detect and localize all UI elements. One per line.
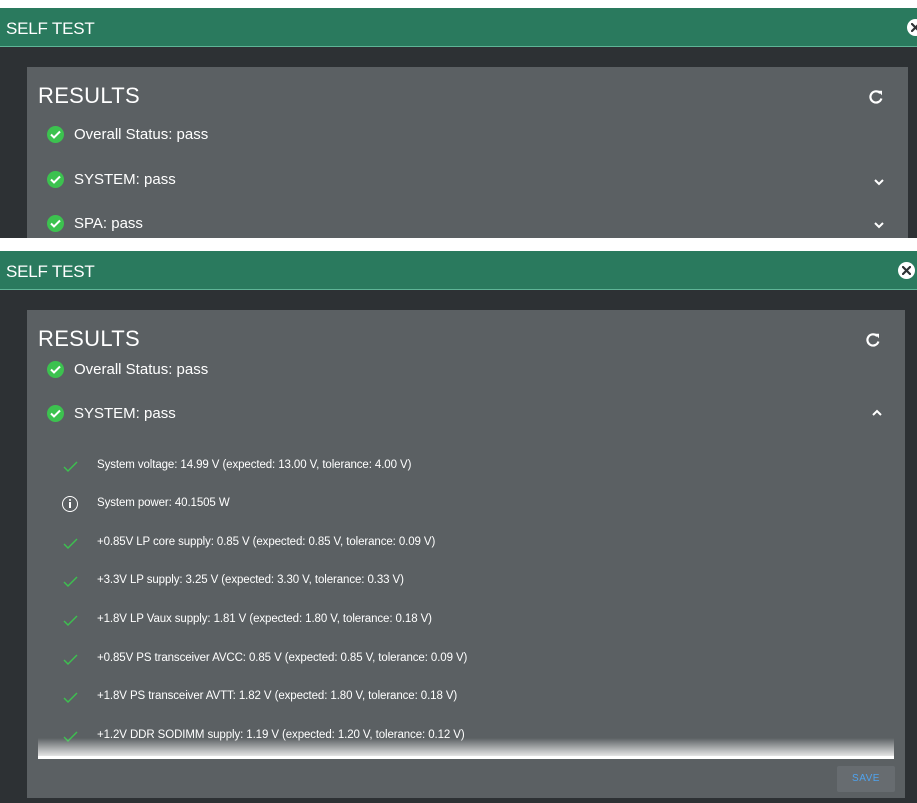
system-item-text: +1.8V LP Vaux supply: 1.81 V (expected: … [97,613,432,625]
check-icon [63,615,78,626]
system-item-text: System voltage: 14.99 V (expected: 13.00… [97,459,412,471]
chevron-down-icon[interactable] [872,177,886,187]
save-button[interactable]: SAVE [837,766,895,792]
refresh-icon[interactable] [867,88,885,106]
title-bar: SELF TEST [0,251,917,290]
check-circle-icon [47,215,64,232]
check-icon [63,692,78,703]
chevron-up-icon[interactable] [870,408,884,418]
title-bar: SELF TEST [0,8,917,47]
results-panel: RESULTS Overall Status: pass SYSTEM: pas… [27,67,908,238]
section-spa[interactable]: SPA: pass [47,213,907,235]
window-title: SELF TEST [6,262,95,281]
check-icon [63,461,78,472]
system-item-text: +1.8V PS transceiver AVTT: 1.82 V (expec… [97,690,458,702]
section-system[interactable]: SYSTEM: pass [47,403,907,425]
self-test-window-collapsed: SELF TEST RESULTS Overall Status: pass S… [0,8,917,238]
results-heading: RESULTS [38,83,140,108]
check-circle-icon [47,171,64,188]
close-icon[interactable] [898,262,915,279]
self-test-window-expanded: SELF TEST RESULTS Overall Status: pass S… [0,251,917,803]
scroll-edge [38,756,894,759]
check-circle-icon [47,405,64,422]
info-icon [62,496,78,512]
check-circle-icon [47,126,64,143]
system-item-text: +0.85V PS transceiver AVCC: 0.85 V (expe… [97,652,468,664]
refresh-icon[interactable] [864,331,882,349]
overall-status-label: Overall Status: pass [74,361,209,378]
system-item-text: System power: 40.1505 W [97,497,230,509]
section-system[interactable]: SYSTEM: pass [47,169,907,191]
close-icon[interactable] [907,19,917,36]
section-label: SYSTEM: pass [74,405,176,422]
check-icon [63,576,78,587]
window-title: SELF TEST [6,19,95,38]
system-item-text: +3.3V LP supply: 3.25 V (expected: 3.30 … [97,574,404,586]
system-item-text: +0.85V LP core supply: 0.85 V (expected:… [97,536,436,548]
section-label: SPA: pass [74,215,143,232]
results-panel: RESULTS Overall Status: pass SYSTEM: pas… [27,310,905,798]
chevron-down-icon[interactable] [872,220,886,230]
results-heading: RESULTS [38,326,140,351]
check-circle-icon [47,361,64,378]
check-icon [63,654,78,665]
check-icon [63,538,78,549]
scroll-fade [38,738,894,758]
overall-status-label: Overall Status: pass [74,126,209,143]
section-label: SYSTEM: pass [74,171,176,188]
